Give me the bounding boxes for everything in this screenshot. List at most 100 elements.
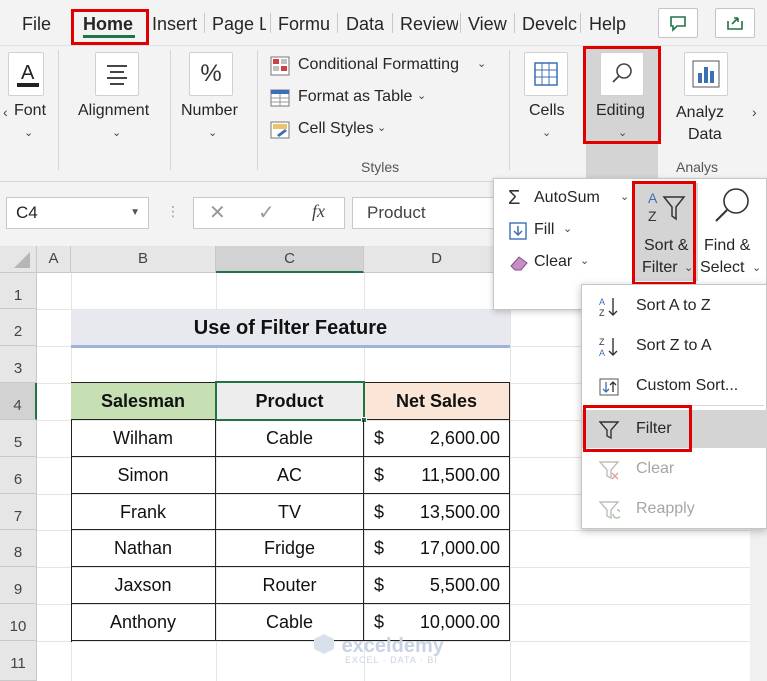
sort-filter-button[interactable]: A Z Sort & Filter ⌄ (634, 183, 698, 281)
watermark-brand: exceldemy (341, 635, 444, 657)
table-cell-product[interactable]: Cable (216, 420, 364, 457)
font-button[interactable]: A (8, 52, 44, 96)
tab-data[interactable]: Data (346, 10, 390, 38)
row-header-7[interactable]: 7 (0, 494, 37, 530)
row-header-5[interactable]: 5 (0, 420, 37, 457)
fill-label: Fill (534, 221, 555, 238)
header-net-sales[interactable]: Net Sales (364, 383, 510, 420)
alignment-label: Alignment (78, 102, 150, 119)
format-as-table-label: Format as Table (298, 88, 413, 105)
comments-button[interactable] (658, 8, 698, 38)
alignment-button[interactable] (95, 52, 139, 96)
sales-value: 5,500.00 (429, 575, 500, 595)
autosum-button[interactable]: Σ AutoSum ⌄ (508, 187, 633, 211)
menu-item-filter[interactable]: Filter (582, 410, 767, 448)
formula-value: Product (367, 203, 426, 222)
cell-styles-button[interactable]: Cell Styles ⌄ (269, 119, 399, 141)
number-caret-icon: ⌄ (208, 127, 218, 139)
row-header-8[interactable]: 8 (0, 530, 37, 567)
row-header-10[interactable]: 10 (0, 604, 37, 641)
tab-insert[interactable]: Insert (152, 10, 200, 38)
insert-function-icon[interactable]: fx (312, 201, 325, 222)
analyze-label-line2: Data (688, 126, 722, 143)
analyze-data-button[interactable] (684, 52, 728, 96)
clear-caret-icon: ⌄ (580, 255, 590, 267)
table-cell-sales[interactable]: $ 13,500.00 (364, 494, 510, 530)
watermark-tagline: EXCEL · DATA · BI (345, 655, 438, 665)
menu-item-sort-a-z[interactable]: A Z Sort A to Z (582, 287, 767, 325)
sheet-title[interactable]: Use of Filter Feature (71, 310, 510, 346)
menu-item-custom-sort[interactable]: Custom Sort... (582, 367, 767, 405)
table-cell-product[interactable]: Fridge (216, 530, 364, 567)
sigma-icon: Σ (508, 187, 521, 209)
column-header-d[interactable]: D (364, 246, 510, 273)
fill-button[interactable]: Fill ⌄ (508, 219, 578, 243)
svg-text:A: A (648, 190, 658, 206)
editing-icon-box (600, 52, 644, 96)
table-cell-product[interactable]: TV (216, 494, 364, 530)
clear-button[interactable]: Clear ⌄ (508, 251, 598, 275)
tab-home[interactable]: Home (83, 10, 137, 38)
table-cell-salesman[interactable]: Wilham (71, 420, 216, 457)
name-box[interactable]: C4 ▼ (6, 197, 149, 229)
ribbon-scroll-right-icon[interactable]: › (752, 104, 757, 120)
tab-file[interactable]: File (22, 10, 52, 38)
sales-value: 2,600.00 (429, 428, 500, 448)
header-salesman[interactable]: Salesman (71, 383, 216, 420)
custom-sort-label: Custom Sort... (636, 377, 739, 394)
tab-review[interactable]: Review (400, 10, 458, 38)
fill-caret-icon: ⌄ (563, 223, 573, 235)
editing-button[interactable]: Editing ⌄ (586, 48, 658, 182)
table-cell-salesman[interactable]: Simon (71, 457, 216, 494)
svg-text:A: A (21, 62, 35, 84)
ribbon-scroll-left-icon[interactable]: ‹ (3, 104, 8, 120)
row-header-2[interactable]: 2 (0, 309, 37, 346)
table-cell-sales[interactable]: $ 5,500.00 (364, 567, 510, 604)
row-header-11[interactable]: 11 (0, 641, 37, 681)
table-cell-salesman[interactable]: Jaxson (71, 567, 216, 604)
filter-label: Filter (636, 420, 672, 437)
tab-page-layout[interactable]: Page L (212, 10, 266, 38)
formula-input[interactable]: Product (352, 197, 502, 229)
column-header-b[interactable]: B (71, 246, 216, 273)
autosum-caret-icon: ⌄ (620, 191, 630, 203)
cells-button[interactable] (524, 52, 568, 96)
menu-item-sort-z-a[interactable]: Z A Sort Z to A (582, 327, 767, 365)
table-cell-salesman[interactable]: Frank (71, 494, 216, 530)
table-cell-sales[interactable]: $ 11,500.00 (364, 457, 510, 494)
number-label: Number (181, 102, 238, 119)
select-all-corner[interactable] (0, 246, 37, 273)
table-cell-product[interactable]: AC (216, 457, 364, 494)
name-box-dropdown-icon[interactable]: ▼ (130, 198, 140, 228)
table-cell-sales[interactable]: $ 17,000.00 (364, 530, 510, 567)
row-header-4[interactable]: 4 (0, 383, 37, 420)
table-cell-product[interactable]: Router (216, 567, 364, 604)
enter-check-icon[interactable]: ✓ (258, 200, 275, 225)
row-header-9[interactable]: 9 (0, 567, 37, 604)
tab-formulas[interactable]: Formu (278, 10, 332, 38)
conditional-formatting-icon (270, 56, 290, 76)
menu-item-clear-filter[interactable]: Clear (582, 450, 767, 488)
share-button[interactable] (715, 8, 755, 38)
table-cell-salesman[interactable]: Nathan (71, 530, 216, 567)
row-header-3[interactable]: 3 (0, 346, 37, 383)
tab-developer[interactable]: Develc (522, 10, 578, 38)
table-cell-salesman[interactable]: Anthony (71, 604, 216, 641)
tab-help[interactable]: Help (589, 10, 633, 38)
menu-item-reapply[interactable]: Reapply (582, 490, 767, 528)
cancel-icon[interactable]: ✕ (209, 200, 226, 225)
conditional-formatting-button[interactable]: Conditional Formatting ⌄ (269, 55, 499, 77)
number-button[interactable]: % (189, 52, 233, 96)
row-header-1[interactable]: 1 (0, 273, 37, 309)
filter-funnel-icon (598, 421, 620, 440)
format-as-table-button[interactable]: Format as Table ⌄ (269, 87, 439, 109)
column-header-a[interactable]: A (37, 246, 71, 273)
column-header-c[interactable]: C (216, 246, 364, 273)
tab-view[interactable]: View (468, 10, 512, 38)
find-magnifier-icon (715, 188, 749, 222)
table-cell-sales[interactable]: $ 2,600.00 (364, 420, 510, 457)
find-select-button[interactable]: Find & Select ⌄ (700, 183, 764, 281)
clear-filter-icon (598, 461, 620, 480)
row-header-6[interactable]: 6 (0, 457, 37, 494)
ribbon: ‹ A Font ⌄ Alignment ⌄ % Number ⌄ Condit… (0, 46, 767, 182)
